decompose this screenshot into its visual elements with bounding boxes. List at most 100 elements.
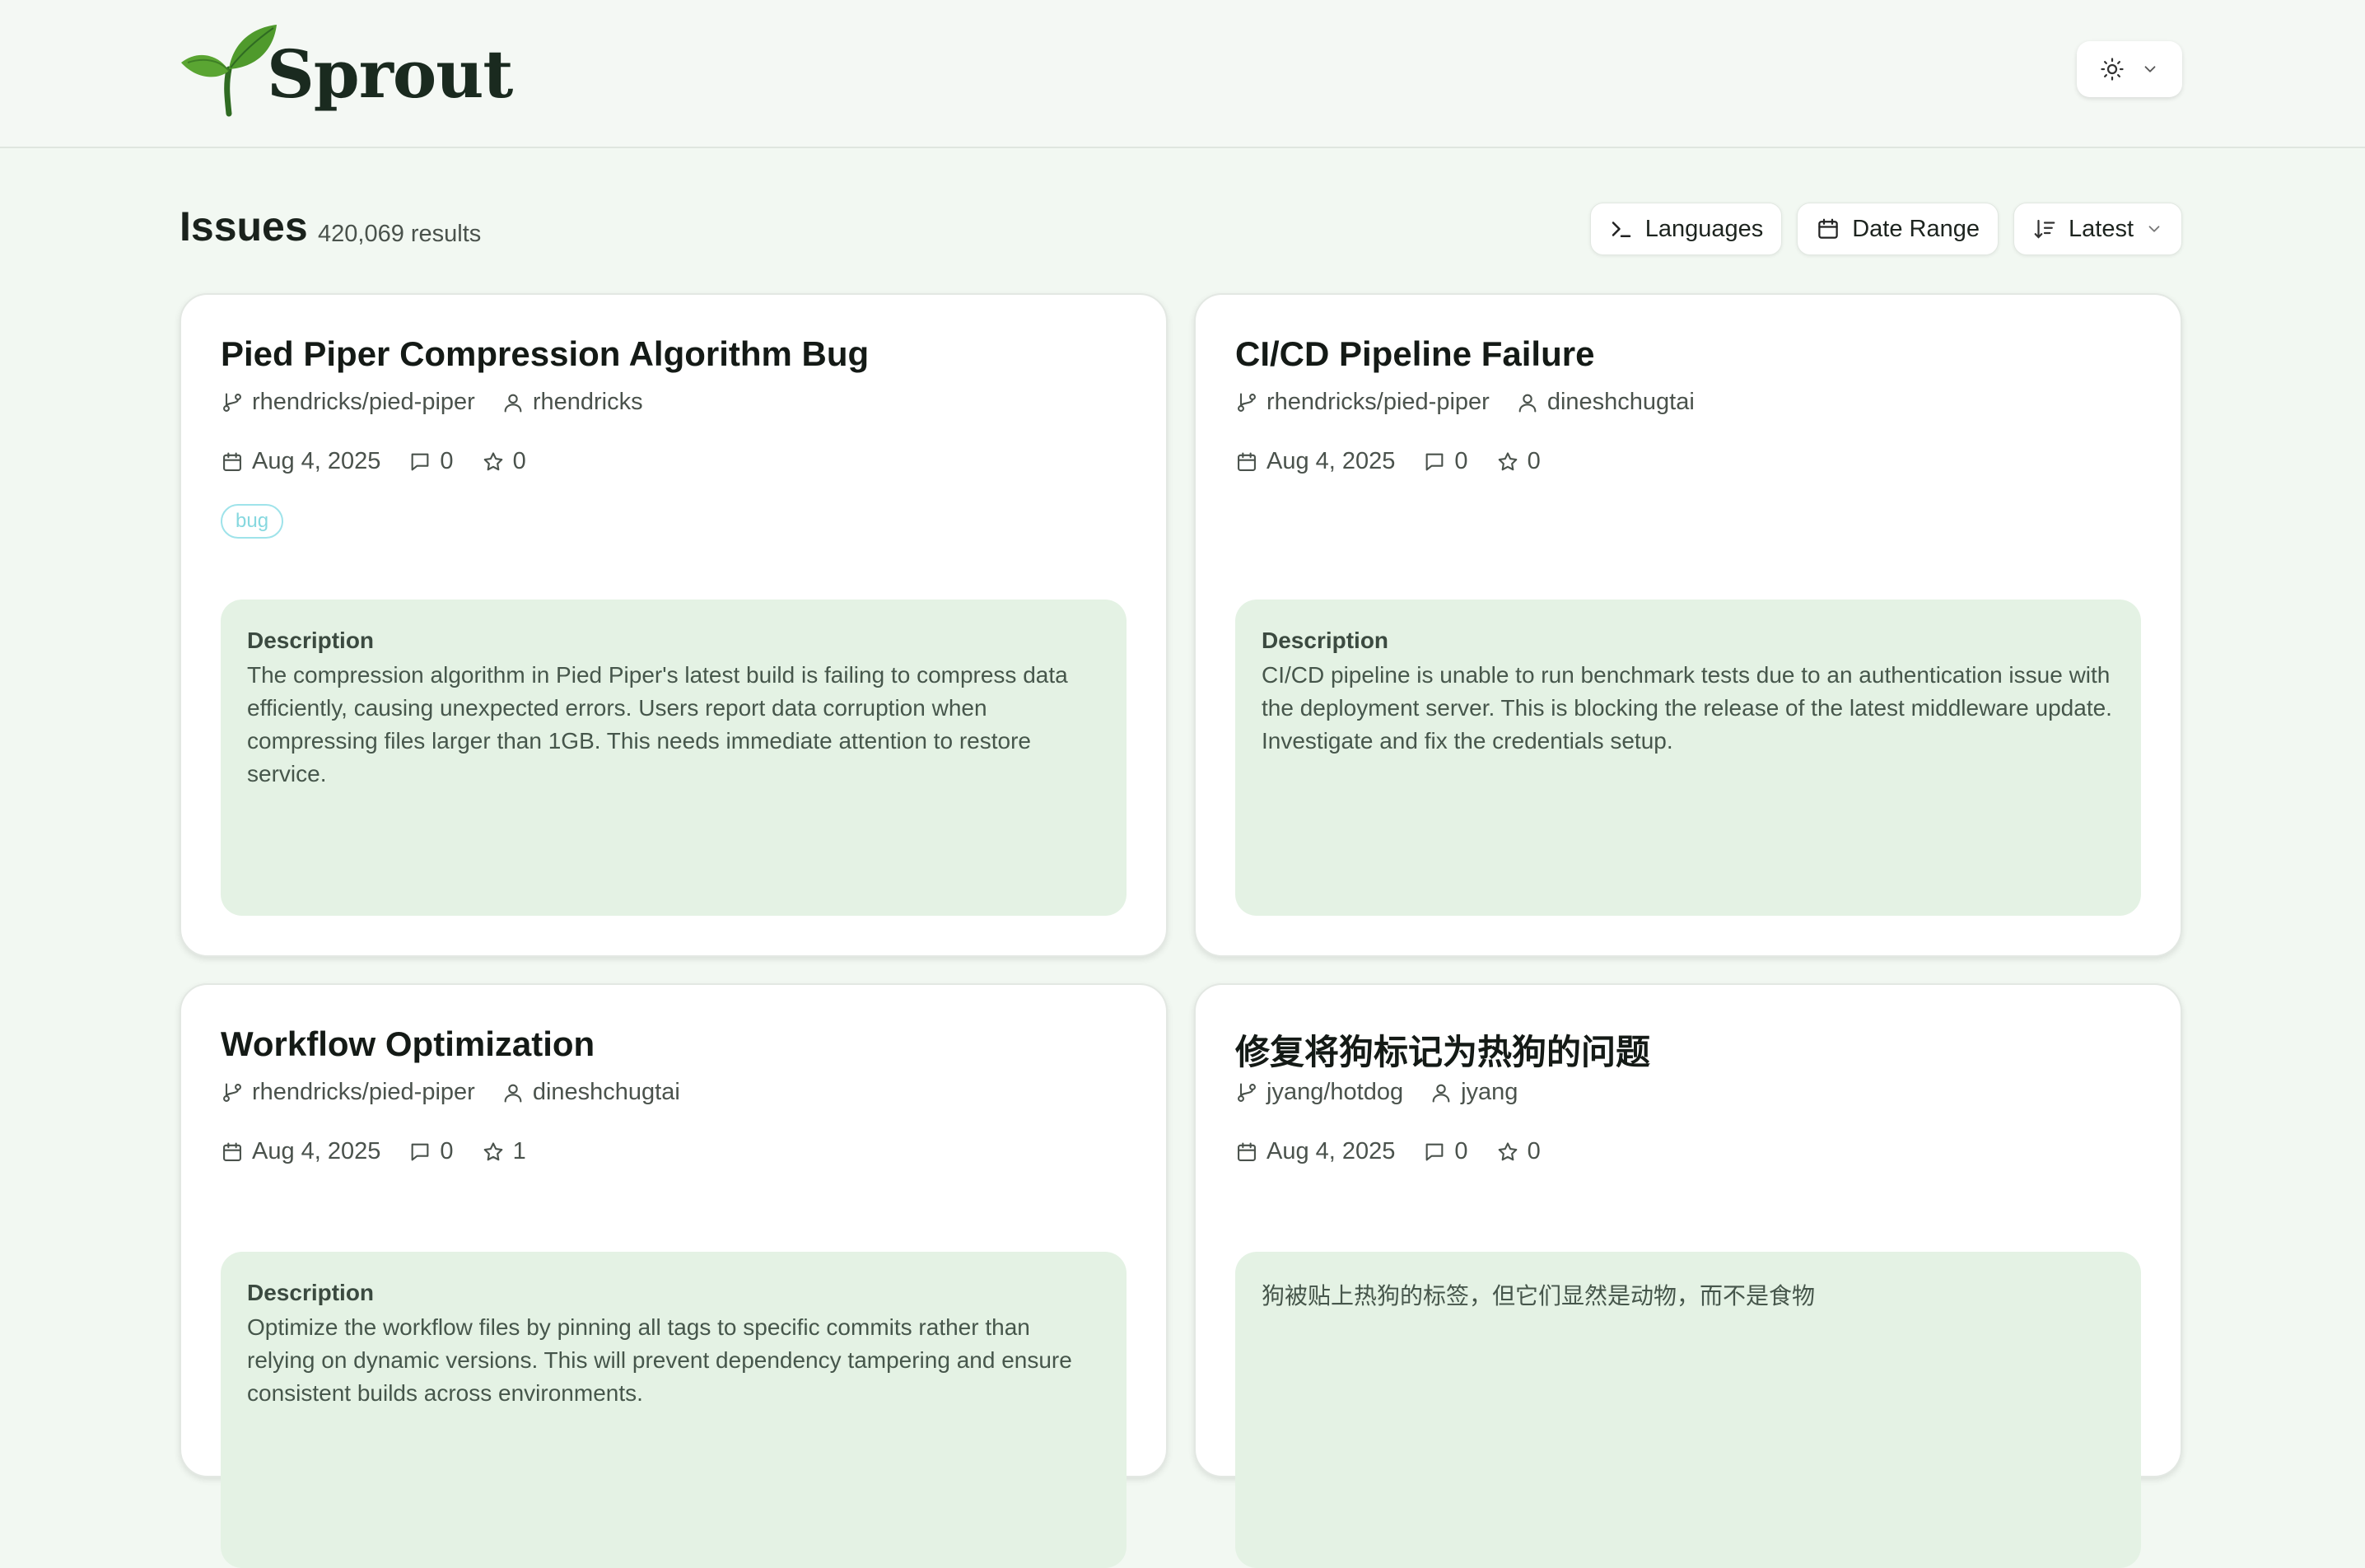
issue-stars[interactable]: 0 <box>1496 1138 1541 1165</box>
issue-date-label: Aug 4, 2025 <box>252 1138 381 1164</box>
issue-date: Aug 4, 2025 <box>1235 1138 1395 1165</box>
issue-title[interactable]: Workflow Optimization <box>221 1024 595 1064</box>
git-branch-icon <box>223 1082 241 1102</box>
user-icon <box>504 1084 522 1103</box>
star-icon <box>483 1141 502 1160</box>
issue-comments-count: 0 <box>440 448 454 474</box>
comment-icon <box>1426 453 1444 470</box>
issue-stars-count: 0 <box>1527 1138 1541 1164</box>
sprout-leaf-icon <box>181 25 277 117</box>
issue-label-tag[interactable]: bug <box>221 504 284 539</box>
issue-stats-row: Aug 4, 2025 0 0 <box>1235 448 1569 475</box>
description-label: Description <box>1262 628 1389 653</box>
description-label: Description <box>247 1280 375 1305</box>
issue-author[interactable]: dineshchugtai <box>1516 389 1695 416</box>
description-text: 狗被贴上热狗的标签，但它们显然是动物，而不是食物 <box>1262 1282 1816 1309</box>
languages-filter-button[interactable]: Languages <box>1589 203 1783 255</box>
issue-stats-row: Aug 4, 2025 0 0 <box>1235 1138 1569 1165</box>
issue-repo[interactable]: jyang/hotdog <box>1235 1079 1403 1106</box>
issue-date-label: Aug 4, 2025 <box>1266 1138 1396 1164</box>
issue-repo-label: jyang/hotdog <box>1266 1079 1404 1105</box>
issue-stars[interactable]: 1 <box>482 1138 526 1165</box>
issue-description: Description CI/CD pipeline is unable to … <box>1235 600 2141 916</box>
issue-stats-row: Aug 4, 2025 0 0 <box>221 448 554 475</box>
star-icon <box>1498 451 1517 470</box>
issue-source-row: rhendricks/pied-piper rhendricks <box>221 389 669 416</box>
issues-toolbar: Issues 420,069 results Languages Date Ra… <box>180 198 2182 260</box>
chevron-down-icon <box>2144 66 2156 72</box>
description-text: Optimize the workflow files by pinning a… <box>247 1314 1072 1406</box>
issue-card[interactable]: Workflow Optimization rhendricks/pied-pi… <box>180 983 1168 1568</box>
star-icon <box>1498 1141 1517 1160</box>
result-count: 420,069 results <box>318 221 482 247</box>
issue-repo[interactable]: rhendricks/pied-piper <box>1235 389 1490 416</box>
issue-repo-label: rhendricks/pied-piper <box>1266 389 1490 415</box>
user-icon <box>1518 394 1537 413</box>
issue-author-label: dineshchugtai <box>1546 389 1695 415</box>
issue-date-label: Aug 4, 2025 <box>252 448 381 474</box>
issue-comments-count: 0 <box>440 1138 454 1164</box>
calendar-icon <box>223 1141 241 1161</box>
issue-comments-count: 0 <box>1454 1138 1468 1164</box>
issue-comments-count: 0 <box>1454 448 1468 474</box>
issue-card[interactable]: Pied Piper Compression Algorithm Bug rhe… <box>180 293 1168 957</box>
git-branch-icon <box>1238 1082 1256 1102</box>
issue-author-label: rhendricks <box>532 389 643 415</box>
issue-title[interactable]: Pied Piper Compression Algorithm Bug <box>221 334 869 374</box>
issue-date: Aug 4, 2025 <box>221 448 380 475</box>
issue-comments: 0 <box>1423 1138 1468 1165</box>
page-title: Issues <box>180 203 308 250</box>
issue-card[interactable]: 修复将狗标记为热狗的问题 jyang/hotdog jyang Aug 4, 2… <box>1194 983 2182 1568</box>
issue-source-row: rhendricks/pied-piper dineshchugtai <box>221 1079 707 1106</box>
issue-date: Aug 4, 2025 <box>221 1138 380 1165</box>
user-icon <box>504 394 522 413</box>
calendar-icon <box>223 451 241 471</box>
calendar-icon <box>1238 451 1256 471</box>
issue-title[interactable]: CI/CD Pipeline Failure <box>1235 334 1594 374</box>
chevron-down-icon <box>2148 226 2160 232</box>
sort-label: Latest <box>2069 215 2134 242</box>
sprout-logo[interactable]: Sprout <box>180 21 513 119</box>
issue-stars[interactable]: 0 <box>1496 448 1541 475</box>
issue-stars[interactable]: 0 <box>482 448 526 475</box>
issue-comments: 0 <box>1423 448 1468 475</box>
description-text: CI/CD pipeline is unable to run benchmar… <box>1262 662 2112 754</box>
issue-stars-count: 0 <box>1527 448 1541 474</box>
issue-repo[interactable]: rhendricks/pied-piper <box>221 1079 475 1106</box>
comment-icon <box>412 1143 429 1160</box>
issue-card[interactable]: CI/CD Pipeline Failure rhendricks/pied-p… <box>1194 293 2182 957</box>
theme-toggle-button[interactable] <box>2077 41 2182 97</box>
sun-icon <box>2101 58 2124 81</box>
top-header: Sprout <box>0 0 2365 148</box>
issue-source-row: jyang/hotdog jyang <box>1235 1079 1544 1106</box>
sort-icon <box>2034 219 2055 239</box>
terminal-icon <box>1612 222 1630 237</box>
issue-source-row: rhendricks/pied-piper dineshchugtai <box>1235 389 1721 416</box>
description-label: Description <box>247 628 375 653</box>
issue-stats-row: Aug 4, 2025 0 1 <box>221 1138 554 1165</box>
issue-title[interactable]: 修复将狗标记为热狗的问题 <box>1235 1024 1650 1075</box>
issue-repo-label: rhendricks/pied-piper <box>252 1079 475 1105</box>
issue-date: Aug 4, 2025 <box>1235 448 1395 475</box>
description-text: The compression algorithm in Pied Piper'… <box>247 662 1068 786</box>
sort-dropdown-button[interactable]: Latest <box>2013 203 2182 255</box>
logo-text: Sprout <box>267 35 513 113</box>
issue-comments: 0 <box>408 448 454 475</box>
issue-comments: 0 <box>408 1138 454 1165</box>
git-branch-icon <box>1238 392 1256 412</box>
languages-filter-label: Languages <box>1644 215 1764 242</box>
issue-author-label: dineshchugtai <box>532 1079 680 1105</box>
issue-description: 狗被贴上热狗的标签，但它们显然是动物，而不是食物 <box>1235 1252 2141 1568</box>
git-branch-icon <box>223 392 241 412</box>
issue-author[interactable]: jyang <box>1430 1079 1518 1106</box>
issue-author[interactable]: dineshchugtai <box>501 1079 680 1106</box>
comment-icon <box>1426 1143 1444 1160</box>
date-range-filter-button[interactable]: Date Range <box>1797 203 1999 255</box>
issue-author[interactable]: rhendricks <box>501 389 643 416</box>
issue-description: Description Optimize the workflow files … <box>221 1252 1127 1568</box>
issue-date-label: Aug 4, 2025 <box>1266 448 1396 474</box>
issue-author-label: jyang <box>1461 1079 1518 1105</box>
calendar-icon <box>1818 218 1838 239</box>
issue-repo[interactable]: rhendricks/pied-piper <box>221 389 475 416</box>
user-icon <box>1432 1084 1450 1103</box>
